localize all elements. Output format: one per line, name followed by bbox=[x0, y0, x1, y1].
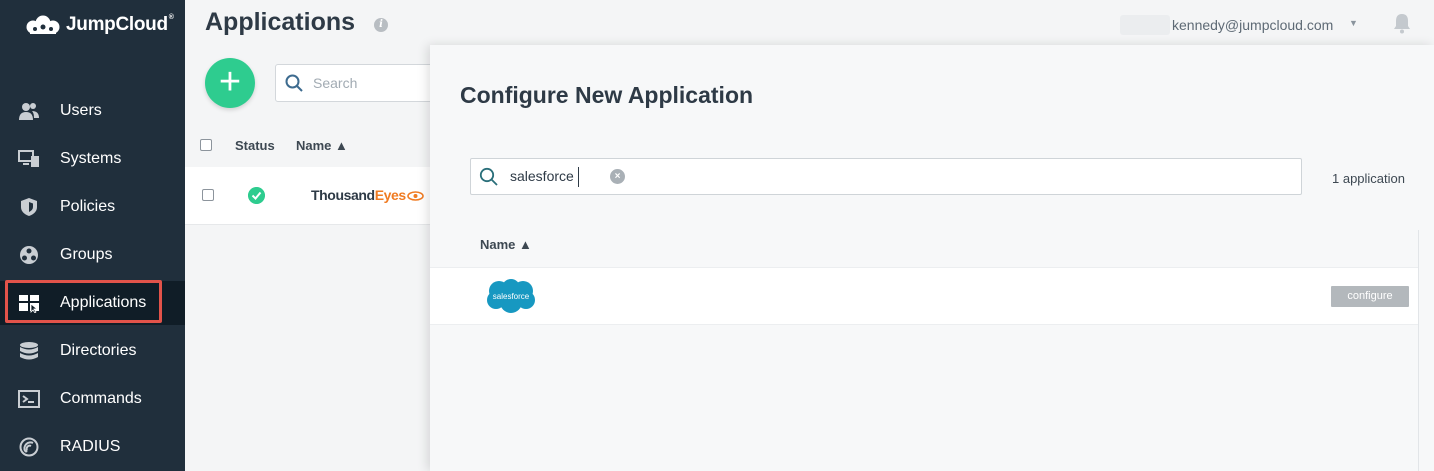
panel-scrollbar[interactable] bbox=[1418, 230, 1419, 471]
text-cursor bbox=[578, 167, 579, 187]
sidebar-item-radius[interactable]: RADIUS bbox=[0, 425, 185, 469]
table-header: Status Name ▲ bbox=[185, 128, 435, 162]
search-icon bbox=[285, 74, 303, 92]
sidebar-item-label: RADIUS bbox=[60, 438, 121, 455]
table-row[interactable]: salesforce configure bbox=[430, 267, 1418, 325]
eye-icon bbox=[406, 191, 424, 202]
sidebar: JumpCloud® Users Systems Policies Groups bbox=[0, 0, 185, 471]
select-all-checkbox[interactable] bbox=[200, 139, 212, 151]
salesforce-logo-text: salesforce bbox=[493, 292, 530, 301]
systems-icon bbox=[18, 150, 39, 167]
caret-down-icon[interactable]: ▼ bbox=[1349, 18, 1358, 28]
sidebar-item-policies[interactable]: Policies bbox=[0, 185, 185, 229]
info-icon[interactable]: i bbox=[374, 18, 388, 32]
sidebar-item-label: Policies bbox=[60, 198, 116, 215]
configure-application-panel: Configure New Application salesforce × 1… bbox=[430, 45, 1434, 471]
page-title: Applications bbox=[205, 8, 356, 36]
search-placeholder: Search bbox=[313, 75, 358, 91]
sidebar-item-label: Users bbox=[60, 102, 102, 119]
sidebar-item-label: Directories bbox=[60, 342, 137, 359]
status-active-icon bbox=[248, 187, 265, 204]
jumpcloud-logo[interactable]: JumpCloud® bbox=[24, 14, 174, 36]
add-application-button[interactable]: + bbox=[205, 58, 255, 108]
thousandeyes-logo: ThousandEyes bbox=[311, 187, 424, 203]
shield-icon bbox=[21, 198, 37, 216]
user-email-menu[interactable]: kennedy@jumpcloud.com bbox=[1172, 17, 1333, 33]
salesforce-logo: salesforce bbox=[487, 279, 535, 313]
row-checkbox[interactable] bbox=[202, 189, 214, 201]
sidebar-item-directories[interactable]: Directories bbox=[0, 329, 185, 373]
search-value: salesforce bbox=[510, 168, 574, 184]
database-icon bbox=[20, 342, 38, 360]
sidebar-item-label: Commands bbox=[60, 390, 142, 407]
sidebar-item-applications[interactable]: Applications bbox=[0, 281, 185, 325]
result-count: 1 application bbox=[1332, 171, 1405, 186]
logo-text: JumpCloud® bbox=[66, 14, 174, 35]
table-row[interactable]: ThousandEyes bbox=[185, 167, 435, 225]
column-header-name[interactable]: Name ▲ bbox=[296, 138, 348, 153]
sidebar-item-users[interactable]: Users bbox=[0, 89, 185, 133]
column-header-name[interactable]: Name ▲ bbox=[480, 237, 532, 252]
terminal-icon bbox=[18, 390, 40, 408]
sidebar-item-commands[interactable]: Commands bbox=[0, 377, 185, 421]
users-icon bbox=[19, 103, 39, 120]
search-icon bbox=[479, 167, 498, 186]
application-search-input[interactable]: salesforce × bbox=[470, 158, 1302, 195]
user-name-redacted bbox=[1120, 15, 1170, 35]
configure-button[interactable]: configure bbox=[1331, 286, 1409, 307]
sidebar-item-label: Applications bbox=[60, 294, 147, 311]
sidebar-item-systems[interactable]: Systems bbox=[0, 137, 185, 181]
applications-icon bbox=[19, 295, 39, 313]
sidebar-item-label: Systems bbox=[60, 150, 122, 167]
bell-icon[interactable] bbox=[1393, 12, 1411, 34]
column-header-status[interactable]: Status bbox=[235, 138, 275, 153]
radius-icon bbox=[19, 437, 39, 457]
sidebar-item-groups[interactable]: Groups bbox=[0, 233, 185, 277]
cloud-logo-icon bbox=[26, 15, 60, 34]
panel-title: Configure New Application bbox=[460, 82, 754, 108]
groups-icon bbox=[20, 246, 38, 264]
search-input[interactable]: Search bbox=[275, 64, 435, 102]
sidebar-item-label: Groups bbox=[60, 246, 113, 263]
clear-search-icon[interactable]: × bbox=[610, 169, 625, 184]
